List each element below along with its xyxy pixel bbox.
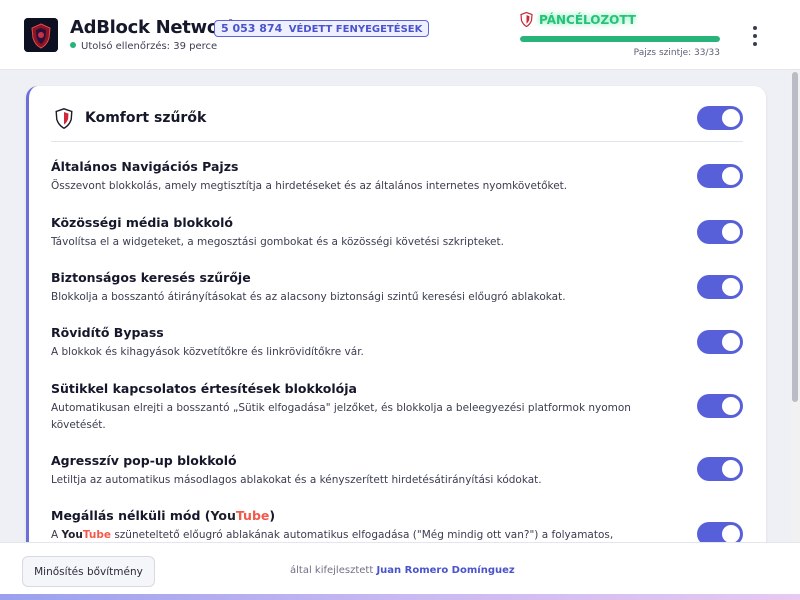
setting-title: Sütikkel kapcsolatos értesítések blokkol… bbox=[51, 381, 357, 396]
threats-badge: 5 053 874 VÉDETT FENYEGETÉSEK bbox=[214, 20, 430, 37]
comfort-filters-card: Komfort szűrők Általános Navigációs Pajz… bbox=[26, 86, 766, 556]
section-toggle[interactable] bbox=[697, 106, 743, 130]
scrollbar-thumb[interactable] bbox=[792, 72, 798, 402]
setting-title: Általános Navigációs Pajzs bbox=[51, 159, 239, 174]
app-header: AdBlock Network 5 053 874 VÉDETT FENYEGE… bbox=[0, 0, 800, 70]
setting-shortener-bypass: Rövidítő Bypass A blokkok és kihagyások … bbox=[51, 325, 743, 361]
youtube-tube: Tube bbox=[235, 508, 270, 523]
shield-icon bbox=[520, 11, 533, 30]
shield-level-label: Pajzs szintje: 33/33 bbox=[633, 48, 720, 58]
rate-extension-button[interactable]: Minősítés bővítmény bbox=[22, 556, 155, 587]
setting-description: Blokkolja a bosszantó átirányításokat és… bbox=[51, 291, 566, 303]
armor-status: PÁNCÉLOZOTT bbox=[520, 11, 636, 30]
setting-title: Közösségi média blokkoló bbox=[51, 215, 233, 230]
setting-cookie-notice-blocker: Sütikkel kapcsolatos értesítések blokkol… bbox=[51, 381, 743, 434]
shield-level-bar bbox=[520, 36, 720, 42]
setting-description: Automatikusan elrejti a bosszantó „Sütik… bbox=[51, 402, 631, 431]
bottom-gradient-strip bbox=[0, 594, 800, 600]
app-footer: Minősítés bővítmény által kifejlesztett … bbox=[0, 542, 800, 600]
more-vertical-icon[interactable] bbox=[744, 22, 766, 50]
shield-level-fill bbox=[520, 36, 720, 42]
toggle-aggressive-popup-blocker[interactable] bbox=[697, 457, 743, 481]
last-check-status: Utolsó ellenőrzés: 39 perce bbox=[70, 41, 217, 52]
setting-title: Megállás nélküli mód (YouTube) bbox=[51, 508, 743, 523]
youtube-you: You bbox=[61, 529, 83, 541]
toggle-social-media-blocker[interactable] bbox=[697, 220, 743, 244]
setting-nonstop-youtube-mode: Megállás nélküli mód (YouTube) A YouTube… bbox=[51, 508, 743, 544]
app-logo bbox=[24, 18, 58, 52]
setting-description: Letiltja az automatikus másodlagos ablak… bbox=[51, 474, 542, 486]
shield-icon bbox=[55, 108, 73, 133]
youtube-tube: Tube bbox=[82, 529, 111, 541]
credit-prefix: által kifejlesztett bbox=[290, 565, 374, 576]
desc-suffix: szüneteltető előugró ablakának automatik… bbox=[110, 529, 614, 541]
armor-status-label: PÁNCÉLOZOTT bbox=[539, 13, 636, 27]
setting-description: Távolítsa el a widgeteket, a megosztási … bbox=[51, 236, 504, 248]
setting-description: Összevont blokkolás, amely megtisztítja … bbox=[51, 180, 568, 192]
section-title: Komfort szűrők bbox=[85, 110, 207, 126]
setting-safe-search-filter: Biztonságos keresés szűrője Blokkolja a … bbox=[51, 270, 743, 306]
author-link[interactable]: Juan Romero Domínguez bbox=[376, 565, 514, 576]
developer-credit: által kifejlesztett Juan Romero Domíngue… bbox=[290, 565, 515, 576]
setting-description: A blokkok és kihagyások közvetítőkre és … bbox=[51, 346, 364, 358]
toggle-cookie-notice-blocker[interactable] bbox=[697, 394, 743, 418]
threats-label: VÉDETT FENYEGETÉSEK bbox=[288, 24, 423, 35]
setting-title: Rövidítő Bypass bbox=[51, 325, 164, 340]
toggle-shortener-bypass[interactable] bbox=[697, 330, 743, 354]
toggle-safe-search-filter[interactable] bbox=[697, 275, 743, 299]
toggle-general-navigation-shield[interactable] bbox=[697, 164, 743, 188]
section-header: Komfort szűrők bbox=[51, 106, 743, 142]
threats-count: 5 053 874 bbox=[221, 22, 283, 35]
desc-prefix: A bbox=[51, 529, 62, 541]
setting-social-media-blocker: Közösségi média blokkoló Távolítsa el a … bbox=[51, 215, 743, 251]
status-dot-icon bbox=[70, 42, 76, 48]
setting-title-prefix: Megállás nélküli mód ( bbox=[51, 508, 211, 523]
setting-general-navigation-shield: Általános Navigációs Pajzs Összevont blo… bbox=[51, 159, 743, 195]
last-check-text: Utolsó ellenőrzés: 39 perce bbox=[81, 41, 218, 52]
setting-title: Agresszív pop-up blokkoló bbox=[51, 453, 237, 468]
setting-aggressive-popup-blocker: Agresszív pop-up blokkoló Letiltja az au… bbox=[51, 453, 743, 489]
setting-title-suffix: ) bbox=[269, 508, 276, 523]
youtube-you: You bbox=[210, 508, 236, 523]
setting-title: Biztonságos keresés szűrője bbox=[51, 270, 251, 285]
